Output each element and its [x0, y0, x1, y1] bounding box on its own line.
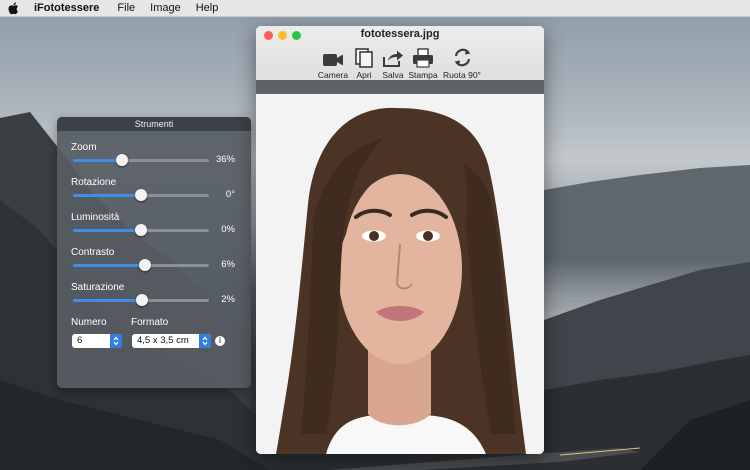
rotate-label: Ruota 90°	[443, 70, 481, 80]
info-icon[interactable]: i	[215, 336, 225, 346]
rotation-slider[interactable]	[73, 189, 209, 201]
toolbar-separator-strip	[256, 80, 544, 94]
video-camera-icon	[316, 46, 350, 68]
rotate-icon	[442, 46, 482, 68]
tools-panel-title: Strumenti	[57, 117, 251, 131]
zoom-slider-knob[interactable]	[115, 154, 128, 166]
formato-select-value: 4,5 x 3,5 cm	[137, 335, 189, 346]
contrast-value: 6%	[221, 259, 235, 270]
numero-label: Numero	[71, 317, 107, 328]
camera-label: Camera	[317, 70, 349, 80]
saturation-slider[interactable]	[73, 294, 209, 306]
zoom-value: 36%	[215, 154, 235, 165]
zoom-control: Zoom 36%	[71, 142, 241, 170]
rotation-value: 0°	[225, 189, 235, 200]
brightness-slider[interactable]	[73, 224, 209, 236]
formato-label: Formato	[131, 317, 169, 328]
saturation-label: Saturazione	[71, 282, 125, 293]
printer-icon	[407, 46, 439, 68]
menu-image[interactable]: Image	[150, 2, 181, 14]
menu-help[interactable]: Help	[196, 2, 219, 14]
saturation-slider-knob[interactable]	[136, 294, 149, 306]
print-label: Stampa	[408, 70, 438, 80]
menu-file[interactable]: File	[117, 2, 135, 14]
contrast-slider[interactable]	[73, 259, 209, 271]
brightness-control: Luminosità 0%	[71, 212, 241, 240]
brightness-label: Luminosità	[71, 212, 120, 223]
rotation-control: Rotazione 0°	[71, 177, 241, 205]
menu-app-name[interactable]: iFototessere	[34, 2, 99, 14]
contrast-slider-knob[interactable]	[139, 259, 152, 271]
numero-select[interactable]: 6	[72, 334, 122, 348]
apple-logo-icon[interactable]	[8, 0, 24, 16]
save-label: Salva	[382, 70, 404, 80]
menu-bar: iFototessere File Image Help	[0, 0, 750, 17]
zoom-label: Zoom	[71, 142, 97, 153]
portrait-photo	[256, 94, 544, 454]
contrast-control: Contrasto 6%	[71, 247, 241, 275]
open-file-icon	[351, 46, 377, 68]
brightness-value: 0%	[221, 224, 235, 235]
saturation-control: Saturazione 2%	[71, 282, 241, 310]
share-save-icon	[379, 46, 407, 68]
rotation-slider-knob[interactable]	[135, 189, 147, 201]
formato-stepper-icon[interactable]	[199, 334, 211, 348]
rotation-label: Rotazione	[71, 177, 117, 188]
contrast-label: Contrasto	[71, 247, 115, 258]
brightness-slider-knob[interactable]	[135, 224, 147, 236]
formato-select[interactable]: 4,5 x 3,5 cm	[132, 334, 211, 348]
image-window: fototessera.jpg Camera Apri Salva Stampa	[256, 26, 544, 454]
tools-panel: Strumenti Zoom 36% Rotazione 0° Luminosi…	[57, 117, 251, 388]
saturation-value: 2%	[221, 294, 235, 305]
numero-select-value: 6	[77, 335, 83, 346]
numero-stepper-icon[interactable]	[110, 334, 122, 348]
window-title: fototessera.jpg	[360, 28, 440, 40]
open-label: Apri	[356, 70, 372, 80]
zoom-slider[interactable]	[73, 154, 209, 166]
